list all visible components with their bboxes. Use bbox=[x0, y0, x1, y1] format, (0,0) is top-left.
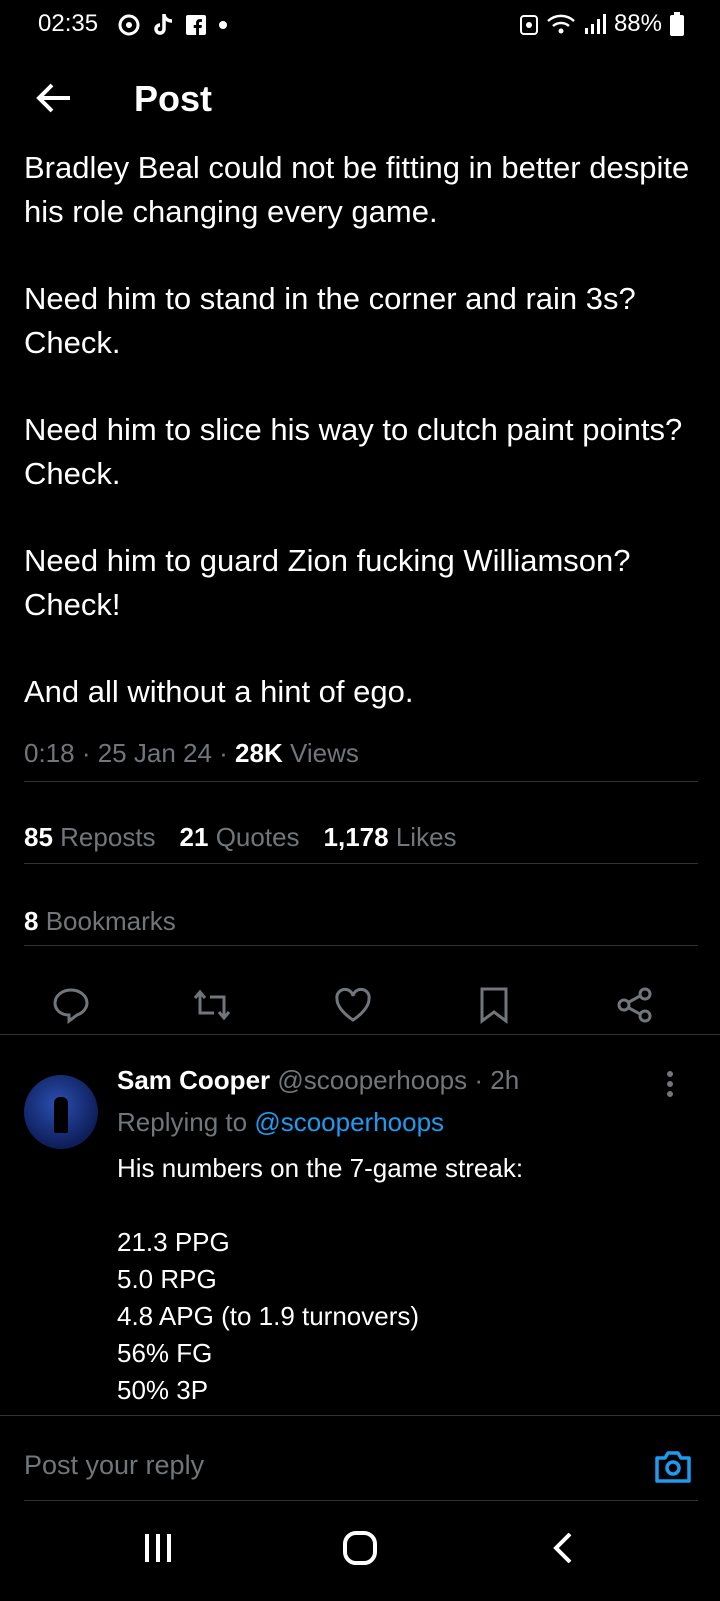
reply-input[interactable]: Post your reply bbox=[24, 1450, 204, 1481]
post-paragraph: Need him to stand in the corner and rain… bbox=[24, 281, 636, 360]
back-arrow-icon[interactable] bbox=[34, 78, 74, 118]
divider bbox=[24, 781, 698, 782]
wifi-icon bbox=[547, 14, 575, 34]
bookmarks-stat[interactable]: 8 Bookmarks bbox=[24, 906, 176, 937]
reply-handle[interactable]: @scooperhoops bbox=[277, 1065, 467, 1095]
replying-mention[interactable]: @scooperhoops bbox=[254, 1107, 444, 1137]
quotes-stat[interactable]: 21 Quotes bbox=[180, 822, 300, 853]
bookmarks-label: Bookmarks bbox=[45, 906, 176, 936]
avatar-figure bbox=[54, 1097, 68, 1133]
home-icon[interactable] bbox=[342, 1530, 378, 1566]
back-nav-icon[interactable] bbox=[546, 1530, 582, 1566]
battery-icon bbox=[670, 12, 684, 36]
like-heart-icon[interactable] bbox=[333, 985, 373, 1025]
divider bbox=[0, 1034, 720, 1035]
post-time: 0:18 bbox=[24, 738, 75, 768]
reposts-count: 85 bbox=[24, 822, 53, 852]
reply-text: His numbers on the 7-game streak: 21.3 P… bbox=[117, 1153, 524, 1405]
views-label: Views bbox=[289, 738, 359, 768]
facebook-icon bbox=[186, 15, 206, 35]
post-paragraph: And all without a hint of ego. bbox=[24, 674, 414, 709]
post-stats: 85 Reposts 21 Quotes 1,178 Likes bbox=[24, 822, 457, 853]
avatar[interactable] bbox=[24, 1075, 98, 1149]
notification-icons bbox=[118, 12, 228, 38]
replying-to: Replying to @scooperhoops bbox=[117, 1107, 444, 1138]
views-count: 28K bbox=[235, 738, 283, 768]
page-title: Post bbox=[134, 78, 213, 119]
post-actions bbox=[0, 985, 720, 1035]
likes-stat[interactable]: 1,178 Likes bbox=[324, 822, 457, 853]
likes-label: Likes bbox=[395, 822, 457, 852]
battery-percent: 88% bbox=[613, 10, 662, 37]
camera-icon[interactable] bbox=[653, 1448, 693, 1484]
post-paragraph: Need him to guard Zion fucking Williamso… bbox=[24, 543, 631, 622]
post-paragraph: Need him to slice his way to clutch pain… bbox=[24, 412, 683, 491]
replying-label: Replying to bbox=[117, 1107, 248, 1137]
reposts-stat[interactable]: 85 Reposts bbox=[24, 822, 156, 853]
reposts-label: Reposts bbox=[60, 822, 156, 852]
system-nav-bar bbox=[0, 1500, 720, 1600]
repost-icon[interactable] bbox=[192, 985, 232, 1025]
system-icons: 88% bbox=[519, 10, 684, 38]
top-app-bar: Post bbox=[0, 60, 720, 146]
reply-age: · 2h bbox=[474, 1065, 520, 1095]
post-date: 25 Jan 24 bbox=[97, 738, 212, 768]
bookmarks-count: 8 bbox=[24, 906, 39, 936]
status-time: 02:35 bbox=[38, 10, 99, 37]
tiktok-icon bbox=[154, 14, 173, 35]
bookmark-icon[interactable] bbox=[474, 985, 514, 1025]
more-options-icon[interactable] bbox=[664, 1069, 676, 1099]
chrome-icon bbox=[118, 14, 140, 36]
quotes-count: 21 bbox=[179, 822, 209, 852]
recycle-icon bbox=[519, 15, 538, 35]
quotes-label: Quotes bbox=[215, 822, 300, 852]
likes-count: 1,178 bbox=[323, 822, 389, 852]
post-paragraph: Bradley Beal could not be fitting in bet… bbox=[24, 150, 690, 229]
signal-icon bbox=[584, 14, 606, 34]
post-body: Bradley Beal could not be fitting in bet… bbox=[24, 146, 700, 757]
status-bar: 02:35 88% bbox=[0, 0, 720, 52]
reply-name[interactable]: Sam Cooper bbox=[117, 1065, 270, 1095]
divider bbox=[24, 945, 698, 946]
divider bbox=[24, 863, 698, 864]
reply-author: Sam Cooper @scooperhoops · 2h bbox=[117, 1065, 519, 1096]
dot-icon bbox=[219, 21, 227, 29]
share-icon[interactable] bbox=[615, 985, 655, 1025]
post-meta: 0:18 · 25 Jan 24 · 28K Views bbox=[24, 738, 359, 768]
reply-icon[interactable] bbox=[51, 985, 91, 1025]
recent-apps-icon[interactable] bbox=[140, 1530, 176, 1566]
